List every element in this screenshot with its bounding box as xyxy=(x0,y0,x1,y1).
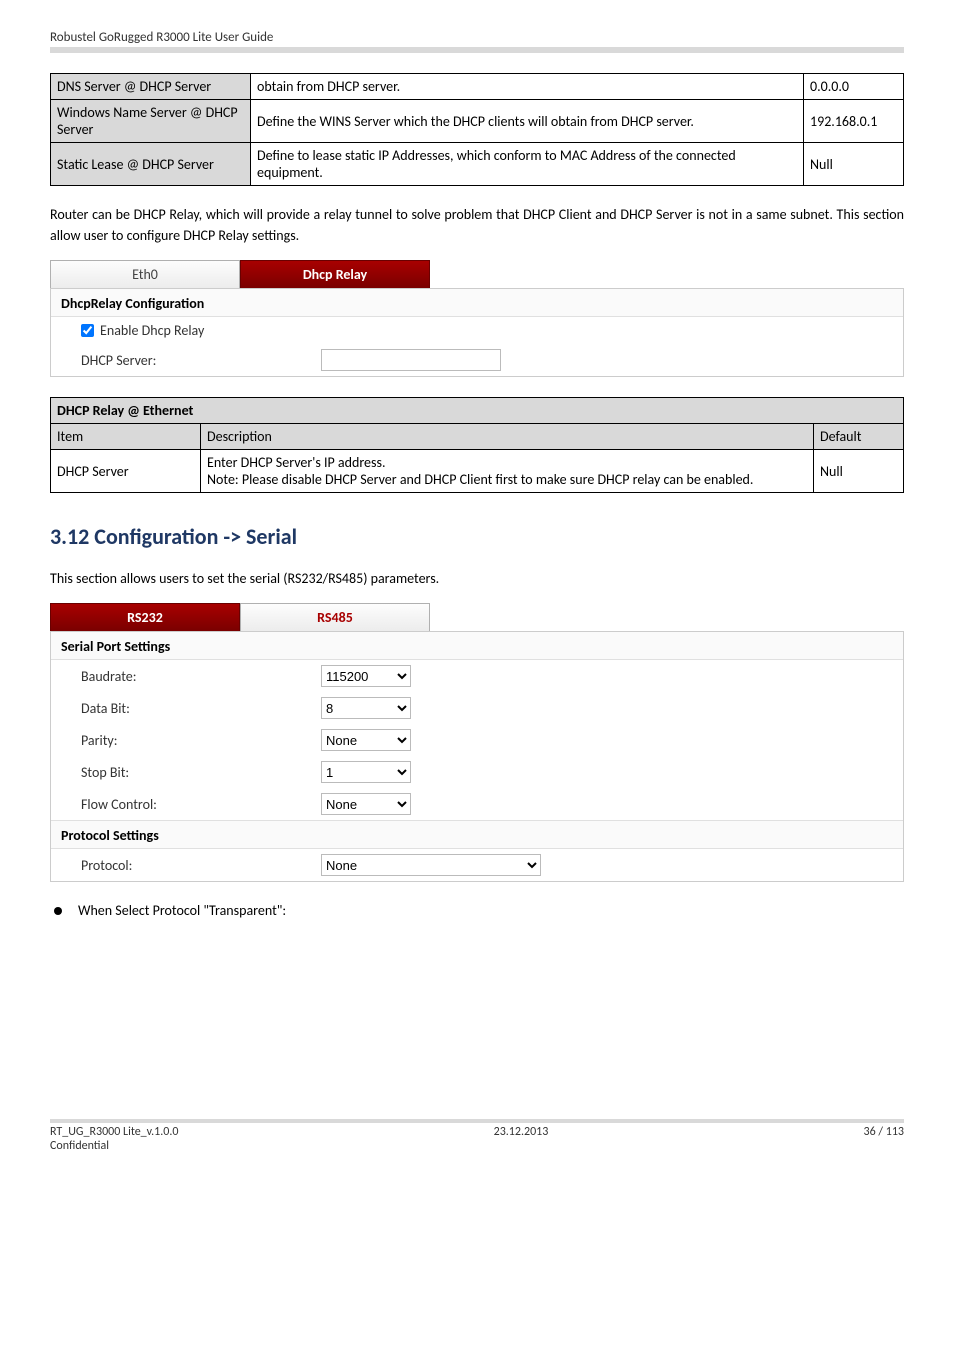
dhcp-server-row: DHCP Server: xyxy=(51,344,903,376)
page-footer: RT_UG_R3000 Lite_v.1.0.0 Confidential 23… xyxy=(50,1119,904,1153)
section-heading: 3.12 Configuration -> Serial xyxy=(50,523,904,550)
tab-eth0[interactable]: Eth0 xyxy=(50,260,240,288)
footer-left-1: RT_UG_R3000 Lite_v.1.0.0 xyxy=(50,1125,178,1139)
dhcp-server-input[interactable] xyxy=(321,349,501,371)
footer-center: 23.12.2013 xyxy=(178,1125,863,1153)
serial-panel: Serial Port Settings Baudrate: 115200 Da… xyxy=(50,631,904,882)
databit-select[interactable]: 8 xyxy=(321,697,411,719)
parity-select[interactable]: None xyxy=(321,729,411,751)
col-default: Default xyxy=(814,424,904,450)
enable-dhcp-relay-label: Enable Dhcp Relay xyxy=(100,322,204,339)
bullet-text: When Select Protocol "Transparent": xyxy=(78,902,286,919)
cell: 0.0.0.0 xyxy=(804,74,904,100)
cell: 192.168.0.1 xyxy=(804,100,904,143)
protocol-label: Protocol: xyxy=(81,857,321,874)
cell: Enter DHCP Server's IP address. Note: Pl… xyxy=(201,450,814,493)
enable-dhcp-relay-checkbox[interactable] xyxy=(81,324,94,337)
parity-label: Parity: xyxy=(81,732,321,749)
col-item: Item xyxy=(51,424,201,450)
stopbit-label: Stop Bit: xyxy=(81,764,321,781)
dns-dhcp-table: DNS Server @ DHCP Server obtain from DHC… xyxy=(50,73,904,186)
cell: Static Lease @ DHCP Server xyxy=(51,143,251,186)
cell: Null xyxy=(814,450,904,493)
cell: Windows Name Server @ DHCP Server xyxy=(51,100,251,143)
cell: Null xyxy=(804,143,904,186)
parity-row: Parity: None xyxy=(51,724,903,756)
flow-row: Flow Control: None xyxy=(51,788,903,820)
paragraph-1: Router can be DHCP Relay, which will pro… xyxy=(50,204,904,246)
footer-left-2: Confidential xyxy=(50,1139,178,1153)
col-description: Description xyxy=(201,424,814,450)
table-title: DHCP Relay @ Ethernet xyxy=(51,398,904,424)
page-header: Robustel GoRugged R3000 Lite User Guide xyxy=(50,30,904,47)
paragraph-2: This section allows users to set the ser… xyxy=(50,568,904,589)
cell: DNS Server @ DHCP Server xyxy=(51,74,251,100)
dhcp-relay-ethernet-table: DHCP Relay @ Ethernet Item Description D… xyxy=(50,397,904,493)
dhcp-relay-panel: DhcpRelay Configuration Enable Dhcp Rela… xyxy=(50,288,904,377)
protocol-settings-title: Protocol Settings xyxy=(51,820,903,849)
tab-rs485[interactable]: RS485 xyxy=(240,603,430,631)
tab-strip-2: RS232 RS485 xyxy=(50,603,904,631)
footer-right: 36 / 113 xyxy=(864,1125,904,1153)
flow-label: Flow Control: xyxy=(81,796,321,813)
stopbit-select[interactable]: 1 xyxy=(321,761,411,783)
baudrate-select[interactable]: 115200 xyxy=(321,665,411,687)
cell: DHCP Server xyxy=(51,450,201,493)
cell: Define the WINS Server which the DHCP cl… xyxy=(251,100,804,143)
stopbit-row: Stop Bit: 1 xyxy=(51,756,903,788)
protocol-select[interactable]: None xyxy=(321,854,541,876)
cell: Define to lease static IP Addresses, whi… xyxy=(251,143,804,186)
databit-row: Data Bit: 8 xyxy=(51,692,903,724)
serial-port-settings-title: Serial Port Settings xyxy=(51,632,903,660)
enable-dhcp-relay-row: Enable Dhcp Relay xyxy=(51,317,903,344)
baudrate-label: Baudrate: xyxy=(81,668,321,685)
header-divider xyxy=(50,47,904,53)
cell: obtain from DHCP server. xyxy=(251,74,804,100)
protocol-row: Protocol: None xyxy=(51,849,903,881)
dhcp-server-label: DHCP Server: xyxy=(81,352,321,369)
flow-select[interactable]: None xyxy=(321,793,411,815)
baudrate-row: Baudrate: 115200 xyxy=(51,660,903,692)
tab-rs232[interactable]: RS232 xyxy=(50,603,240,631)
tab-strip-1: Eth0 Dhcp Relay xyxy=(50,260,904,288)
bullet-icon xyxy=(54,907,62,915)
tab-dhcp-relay[interactable]: Dhcp Relay xyxy=(240,260,430,288)
databit-label: Data Bit: xyxy=(81,700,321,717)
bullet-transparent: When Select Protocol "Transparent": xyxy=(50,902,904,919)
panel-title: DhcpRelay Configuration xyxy=(51,289,903,317)
